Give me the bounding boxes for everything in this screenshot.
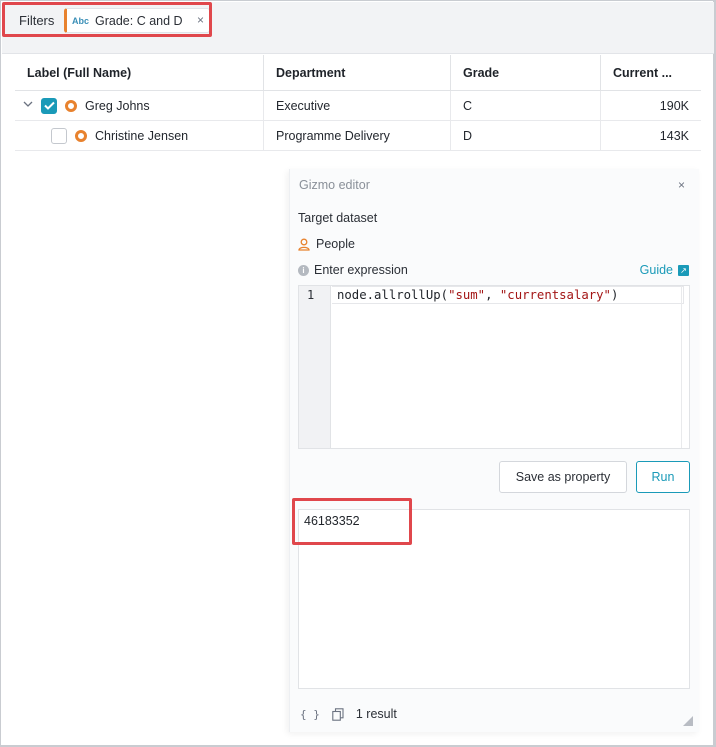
external-link-icon: ↗ xyxy=(678,264,689,276)
row-current: 143K xyxy=(659,128,689,143)
panel-title: Gizmo editor xyxy=(299,178,370,192)
dataset-name: People xyxy=(316,237,355,251)
result-output: 46183352 xyxy=(298,509,690,689)
column-header-department[interactable]: Department xyxy=(264,55,451,90)
row-grade: C xyxy=(451,90,601,121)
node-icon xyxy=(75,129,87,142)
row-grade: D xyxy=(451,120,601,151)
panel-footer: { } 1 result xyxy=(300,707,397,721)
name-cell: Greg Johns xyxy=(15,90,264,121)
node-icon xyxy=(65,99,77,112)
table-row[interactable]: Christine Jensen Programme Delivery D 14… xyxy=(15,120,701,151)
filters-label: Filters xyxy=(19,13,55,28)
dataset-selector[interactable]: People xyxy=(298,237,355,251)
column-header-current[interactable]: Current ... xyxy=(601,55,701,90)
close-icon[interactable]: × xyxy=(197,13,204,27)
line-gutter: 1 xyxy=(299,286,331,448)
row-department: Executive xyxy=(264,90,451,121)
target-dataset-label: Target dataset xyxy=(298,211,378,225)
info-icon: i xyxy=(298,264,309,276)
chevron-down-icon[interactable] xyxy=(23,91,35,121)
filter-chip-grade[interactable]: Abc Grade: C and D × xyxy=(64,8,210,33)
filter-chip-label: Grade: C and D xyxy=(95,13,183,28)
filters-bar: Filters Abc Grade: C and D × xyxy=(2,2,714,54)
check-icon xyxy=(43,101,55,110)
editor-scrollbar[interactable] xyxy=(681,286,689,448)
code-line[interactable]: node.allrollUp("sum", "currentsalary") xyxy=(337,288,618,302)
column-header-label[interactable]: Label (Full Name) xyxy=(15,55,264,90)
app-frame: Filters Abc Grade: C and D × Label (Full… xyxy=(0,0,716,747)
line-number: 1 xyxy=(307,288,315,302)
table-row[interactable]: Greg Johns Executive C 190K xyxy=(15,90,701,121)
person-icon xyxy=(298,238,310,251)
row-name: Greg Johns xyxy=(85,98,150,113)
guide-link[interactable]: Guide ↗ xyxy=(640,263,689,277)
gizmo-editor-panel: Gizmo editor × Target dataset People i E… xyxy=(289,169,699,732)
copy-icon[interactable] xyxy=(332,707,344,721)
code-braces-icon[interactable]: { } xyxy=(300,708,320,721)
expression-label: i Enter expression xyxy=(298,263,408,277)
row-checkbox[interactable] xyxy=(41,97,57,114)
row-department: Programme Delivery xyxy=(264,120,451,151)
text-type-icon: Abc xyxy=(72,15,90,26)
result-value: 46183352 xyxy=(304,514,360,528)
table-header: Label (Full Name) Department Grade Curre… xyxy=(15,55,701,91)
run-button[interactable]: Run xyxy=(636,461,690,493)
close-icon[interactable]: × xyxy=(678,178,685,192)
save-as-property-button[interactable]: Save as property xyxy=(499,461,627,493)
row-checkbox[interactable] xyxy=(51,127,67,144)
result-count: 1 result xyxy=(355,707,397,721)
column-header-grade[interactable]: Grade xyxy=(451,55,601,90)
name-cell: Christine Jensen xyxy=(15,120,264,151)
data-table: Label (Full Name) Department Grade Curre… xyxy=(15,55,701,151)
row-name: Christine Jensen xyxy=(95,128,189,143)
resize-handle[interactable] xyxy=(683,716,693,726)
expression-editor[interactable]: 1 node.allrollUp("sum", "currentsalary") xyxy=(298,285,690,449)
row-current: 190K xyxy=(659,98,689,113)
